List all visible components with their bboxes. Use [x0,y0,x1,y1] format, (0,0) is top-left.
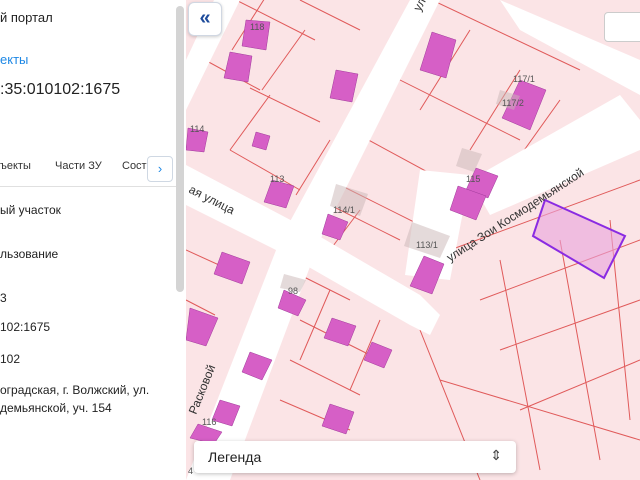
parcel-label: 117/1 [513,74,535,84]
field-usage: льзование [0,247,59,261]
chevron-right-icon: › [157,161,163,176]
portal-title: й портал [0,10,53,25]
info-panel: й портал екты :35:010102:1675 ъекты Част… [0,0,186,480]
parcel-label: 113/1 [416,240,438,250]
field-block: 102 [0,352,21,366]
tab-parts[interactable]: Части ЗУ [55,160,102,172]
legend-label: Легенда [208,449,262,465]
tab-objects[interactable]: ъекты [0,160,31,172]
parcel-label: 113 [270,174,284,184]
objects-link[interactable]: екты [0,52,28,67]
parcel-label: 115 [466,174,480,184]
cadastral-number: :35:010102:1675 [0,81,121,98]
legend-dropdown[interactable]: Легенда ⇕ [194,441,516,473]
map-control[interactable] [604,12,640,42]
double-chevron-left-icon: « [199,7,211,29]
parcel-label: 4 [188,466,193,476]
map-view[interactable]: 118 117/1 117/2 114 113 115 114/1 113/1 … [186,0,640,480]
parcel-label: 117/2 [502,98,524,108]
map-canvas[interactable]: 118 117/1 117/2 114 113 115 114/1 113/1 … [186,0,640,480]
parcel-label: 114 [190,124,204,134]
parcel-label: 98 [288,286,298,296]
field-address-line1: оградская, г. Волжский, ул. [0,383,150,397]
parcel-label: 116 [202,417,216,427]
field-address-line2: демьянской, уч. 154 [0,401,112,415]
collapse-panel-button[interactable]: « [188,2,222,36]
field-cadastral: 102:1675 [0,320,51,334]
panel-scrollbar[interactable] [176,6,184,292]
field-category: ый участок [0,203,61,217]
field-quarter: 3 [0,291,7,305]
tabs-next-button[interactable]: › [147,156,173,182]
chevron-up-down-icon: ⇕ [490,447,502,463]
parcel-label: 114/1 [333,205,355,215]
parcel-label: 118 [250,22,264,32]
